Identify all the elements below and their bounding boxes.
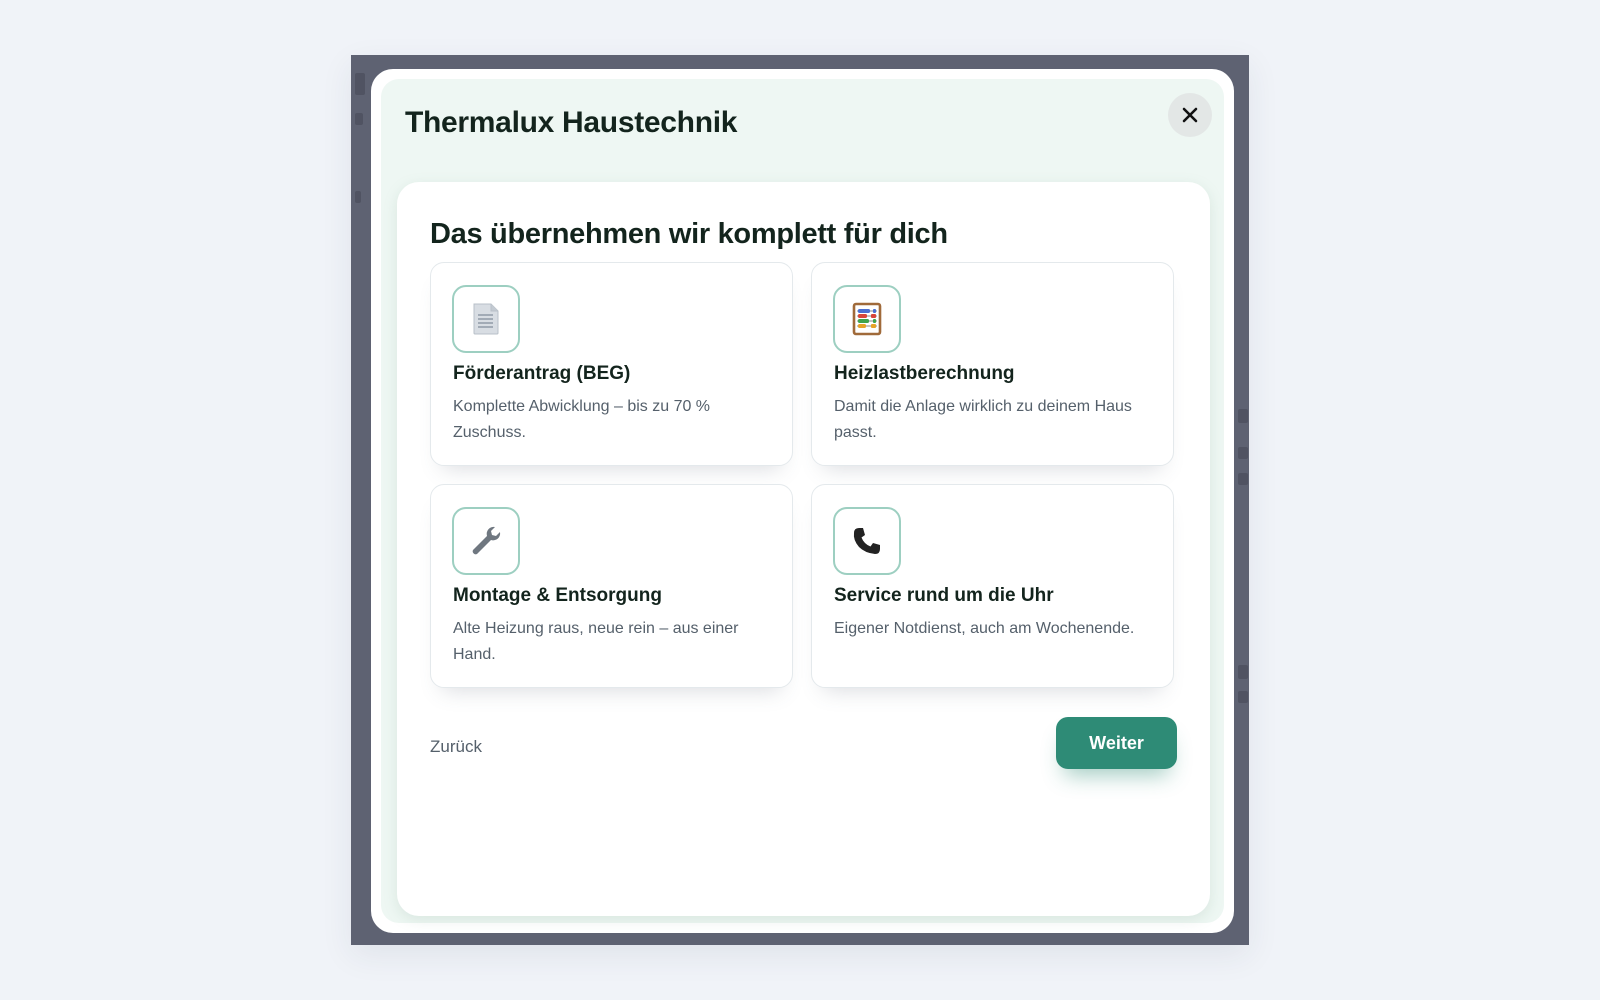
tile-title: Förderantrag (BEG) [453,363,631,384]
tile-description: Damit die Anlage wirklich zu deinem Haus… [834,398,1132,441]
background-page-hint [355,73,365,95]
background-page-hint [1238,447,1248,459]
next-button[interactable]: Weiter [1056,717,1177,769]
services-card: Das übernehmen wir komplett für dich För… [397,182,1210,916]
section-title: Das übernehmen wir komplett für dich [430,218,948,250]
service-tile-foerderantrag[interactable]: Förderantrag (BEG) Komplette Abwicklung … [430,262,793,466]
tile-title: Service rund um die Uhr [834,585,1054,606]
background-page-hint [355,191,361,203]
document-icon [473,303,499,335]
abacus-icon [852,302,882,336]
brand-title: Thermalux Haustechnik [405,106,738,139]
tile-icon-frame [833,507,901,575]
background-page-hint [355,113,363,125]
wrench-icon [472,526,501,555]
back-link[interactable]: Zurück [430,737,482,757]
tile-description: Komplette Abwicklung – bis zu 70 % Zusch… [453,398,711,441]
service-modal: Thermalux Haustechnik Das übernehmen wir… [371,69,1234,933]
tile-description: Eigener Notdienst, auch am Wochenende. [834,620,1135,637]
tile-icon-frame [452,285,520,353]
phone-icon [853,528,880,554]
tile-title: Montage & Entsorgung [453,585,662,606]
close-icon [1182,107,1198,123]
tile-description: Alte Heizung raus, neue rein – aus einer… [453,620,739,663]
modal-inner-panel: Thermalux Haustechnik Das übernehmen wir… [381,79,1224,923]
background-page-hint [1238,409,1248,423]
service-tile-montage[interactable]: Montage & Entsorgung Alte Heizung raus, … [430,484,793,688]
background-page-hint [1238,473,1248,485]
tile-icon-frame [833,285,901,353]
app-window: Thermalux Haustechnik Das übernehmen wir… [351,55,1249,945]
tile-title: Heizlastberechnung [834,363,1015,384]
tile-icon-frame [452,507,520,575]
background-page-hint [1238,691,1248,703]
service-tile-heizlast[interactable]: Heizlastberechnung Damit die Anlage wirk… [811,262,1174,466]
close-button[interactable] [1168,93,1212,137]
background-page-hint [1238,665,1248,679]
service-tile-service[interactable]: Service rund um die Uhr Eigener Notdiens… [811,484,1174,688]
